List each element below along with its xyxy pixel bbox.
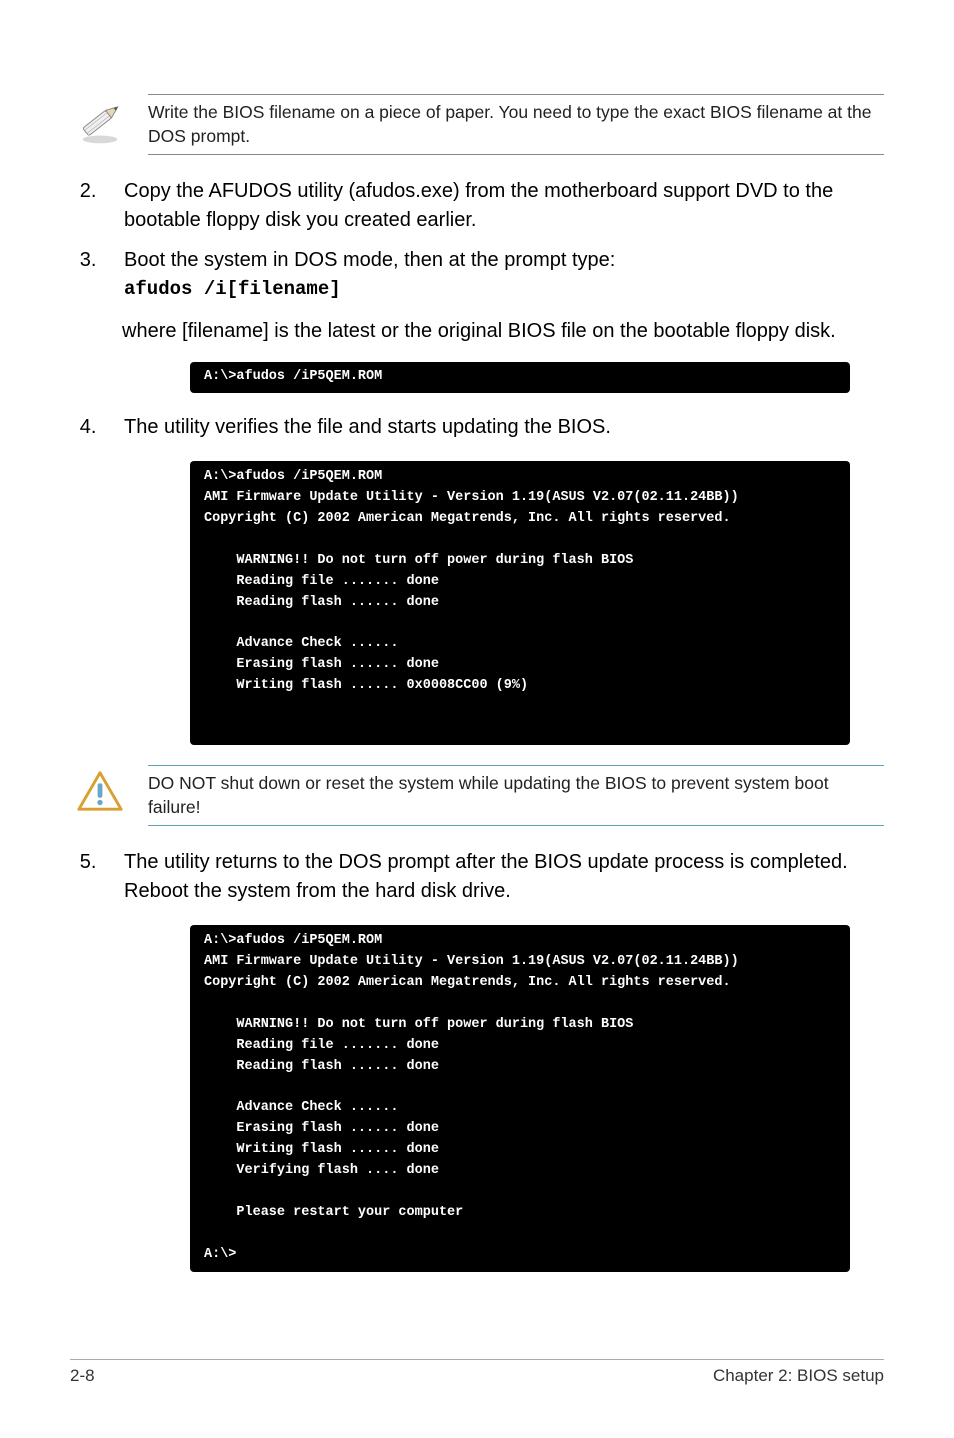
step-4-text: The utility verifies the file and starts… [124,416,611,438]
step-3: Boot the system in DOS mode, then at the… [102,246,884,303]
steps-list: Copy the AFUDOS utility (afudos.exe) fro… [70,177,884,303]
steps-list-5: The utility returns to the DOS prompt af… [70,848,884,905]
terminal-2: A:\>afudos /iP5QEM.ROM AMI Firmware Upda… [190,461,850,745]
step-3-text: Boot the system in DOS mode, then at the… [124,249,615,271]
note-pencil-text: Write the BIOS filename on a piece of pa… [148,94,884,155]
step-5-text: The utility returns to the DOS prompt af… [124,851,848,901]
pencil-icon [70,94,130,146]
page-footer: 2-8 Chapter 2: BIOS setup [70,1359,884,1386]
terminal-1: A:\>afudos /iP5QEM.ROM [190,362,850,393]
warning-icon [70,765,130,813]
step-3-command: afudos /i[filename] [124,278,341,300]
footer-page-number: 2-8 [70,1366,95,1386]
note-warning-row: DO NOT shut down or reset the system whi… [70,765,884,826]
step-4: The utility verifies the file and starts… [102,413,884,441]
note-pencil-row: Write the BIOS filename on a piece of pa… [70,94,884,155]
step-3-sub: where [filename] is the latest or the or… [122,317,884,345]
footer-chapter: Chapter 2: BIOS setup [713,1366,884,1386]
step-2: Copy the AFUDOS utility (afudos.exe) fro… [102,177,884,234]
steps-list-4: The utility verifies the file and starts… [70,413,884,441]
step-2-text: Copy the AFUDOS utility (afudos.exe) fro… [124,180,833,230]
note-warning-text: DO NOT shut down or reset the system whi… [148,765,884,826]
terminal-3: A:\>afudos /iP5QEM.ROM AMI Firmware Upda… [190,925,850,1272]
step-5: The utility returns to the DOS prompt af… [102,848,884,905]
